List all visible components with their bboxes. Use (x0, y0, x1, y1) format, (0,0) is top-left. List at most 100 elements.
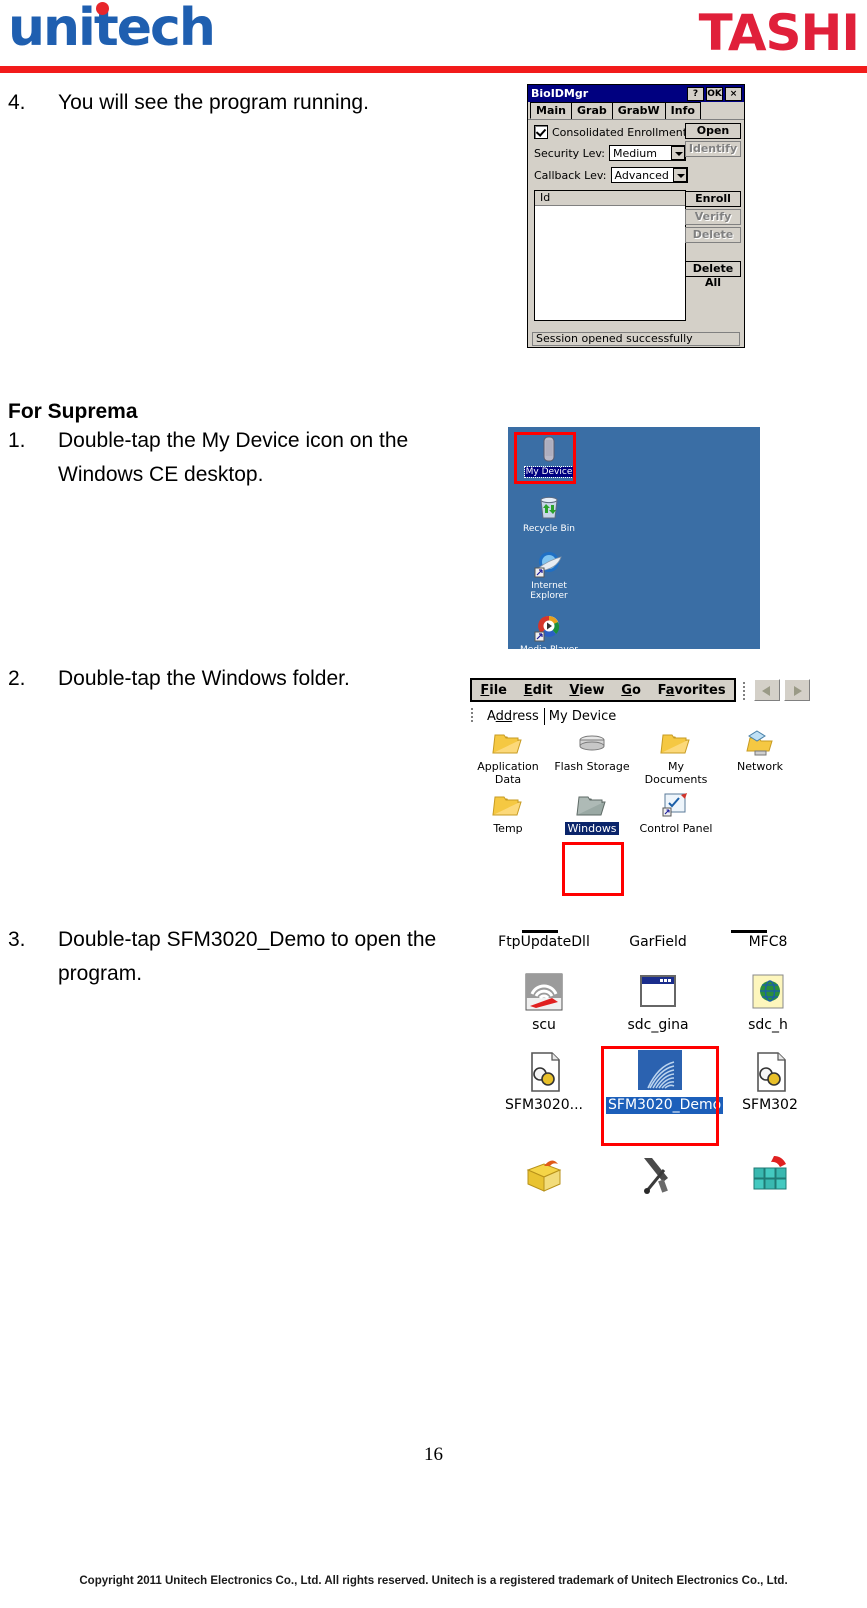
delete-all-button[interactable]: Delete All (685, 261, 741, 289)
identify-button[interactable]: Identify (685, 141, 741, 157)
close-button[interactable]: × (725, 86, 742, 101)
forward-button[interactable] (784, 679, 810, 701)
chevron-down-icon[interactable] (670, 146, 685, 160)
button-spacer-2 (685, 175, 741, 189)
tab-grab[interactable]: Grab (570, 102, 613, 119)
desktop-icon-internet-explorer[interactable]: Internet Explorer (518, 549, 580, 601)
consolidated-enrollment-row[interactable]: Consolidated Enrollment (534, 125, 687, 139)
step-4-number: 4. (8, 91, 26, 114)
windows-item-garfield[interactable]: GarField (606, 934, 710, 951)
step-2-number: 2. (8, 667, 26, 690)
explorer-item-label: My Documents (644, 760, 708, 786)
desktop-icon-recycle-bin-label: Recycle Bin (523, 524, 575, 534)
explorer-item-control-panel[interactable]: Control Panel (636, 791, 716, 835)
status-bar: Session opened successfully (532, 332, 740, 346)
menu-go[interactable]: Go (621, 683, 641, 698)
file-explorer-screenshot: FFileile Edit View Go Favorites Address … (466, 674, 810, 900)
tab-main[interactable]: Main (530, 102, 572, 119)
drive-icon (575, 729, 609, 757)
windows-item-label: GarField (629, 934, 687, 950)
windows-item-label: FtpUpdateDll (498, 934, 590, 950)
enroll-button[interactable]: Enroll (685, 191, 741, 207)
step-3-text: Double-tap SFM3020_Demo to open the prog… (58, 928, 437, 985)
windows-item-label: SFM3020... (505, 1097, 583, 1113)
windows-item-scu[interactable]: scu (492, 970, 596, 1034)
explorer-item-windows[interactable]: Windows (552, 791, 632, 835)
tab-info[interactable]: Info (664, 102, 701, 119)
ok-button[interactable]: OK (706, 86, 723, 101)
explorer-item-temp[interactable]: Temp (468, 791, 548, 835)
blocks-icon (748, 1152, 792, 1196)
consolidated-enrollment-checkbox[interactable] (534, 125, 548, 139)
bioidmgr-dialog[interactable]: BioIDMgr ? OK × Main Grab GrabW Info Con… (527, 84, 745, 348)
menu-view[interactable]: View (569, 683, 604, 698)
unitech-logo: unitech (8, 0, 216, 58)
security-level-select[interactable]: Medium (608, 145, 686, 161)
security-level-row[interactable]: Security Lev: Medium (534, 145, 686, 161)
windows-item-sdc-h[interactable]: sdc_h (716, 970, 802, 1034)
step-2: 2. Double-tap the Windows folder. (8, 662, 448, 696)
explorer-item-network[interactable]: Network (720, 729, 800, 773)
address-input[interactable]: My Device (543, 707, 800, 725)
explorer-menubar[interactable]: FFileile Edit View Go Favorites (470, 678, 736, 702)
desktop-icon-media-player[interactable]: Media Player (518, 613, 580, 655)
tab-grabw[interactable]: GrabW (611, 102, 666, 119)
windows-item-blocks[interactable] (718, 1152, 802, 1210)
verify-button[interactable]: Verify (685, 209, 741, 225)
section-heading-for-suprema: For Suprema (8, 400, 138, 423)
bioidmgr-button-column: Open Identify Enroll Verify Delete Delet… (685, 123, 741, 289)
explorer-item-flash-storage[interactable]: Flash Storage (552, 729, 632, 773)
page-header: unitech TASHI (0, 0, 867, 78)
help-button[interactable]: ? (687, 86, 704, 101)
menu-edit[interactable]: Edit (524, 683, 553, 698)
menu-favorites[interactable]: Favorites (658, 683, 726, 698)
callback-level-select[interactable]: Advanced (610, 167, 688, 183)
list-column-id[interactable]: Id (535, 191, 685, 206)
windows-item-setup[interactable] (492, 1152, 596, 1210)
open-button[interactable]: Open (685, 123, 741, 139)
windows-item-sfm3020[interactable]: SFM3020... (492, 1050, 596, 1114)
windows-item-tools[interactable] (606, 1152, 710, 1210)
button-spacer-1 (685, 159, 741, 173)
scu-icon (522, 970, 566, 1014)
back-button[interactable] (754, 679, 780, 701)
my-device-highlight-box (514, 432, 576, 484)
delete-button[interactable]: Delete (685, 227, 741, 243)
tashi-logo: TASHI (698, 4, 860, 62)
explorer-item-my-documents[interactable]: My Documents (636, 729, 716, 786)
desktop-icon-recycle-bin[interactable]: Recycle Bin (518, 492, 580, 534)
bioidmgr-tabstrip[interactable]: Main Grab GrabW Info (528, 102, 744, 120)
step-2-text: Double-tap the Windows folder. (58, 667, 350, 690)
explorer-item-application-data[interactable]: Application Data (468, 729, 548, 786)
windows-item-ftpupdatedll[interactable]: FtpUpdateDll (492, 934, 596, 951)
step-4: 4. You will see the program running. (8, 86, 448, 120)
step-3-number: 3. (8, 928, 26, 951)
windows-item-sdc-gina[interactable]: sdc_gina (606, 970, 710, 1034)
clipped-icon-top-3 (731, 930, 767, 933)
step-3: 3. Double-tap SFM3020_Demo to open the p… (8, 923, 448, 991)
step-1: 1. Double-tap the My Device icon on the … (8, 424, 448, 492)
system-folder-icon (575, 791, 609, 819)
windows-item-sfm302[interactable]: SFM302 (718, 1050, 802, 1114)
callback-level-row[interactable]: Callback Lev: Advanced (534, 167, 688, 183)
sfm3020-demo-highlight-box (601, 1046, 719, 1146)
internet-explorer-icon (534, 549, 564, 579)
step-1-text: Double-tap the My Device icon on the Win… (58, 429, 409, 486)
explorer-item-label: Network (737, 760, 783, 773)
media-player-icon (534, 613, 564, 643)
enrollment-list[interactable]: Id (534, 190, 686, 321)
windows-item-label: sdc_h (748, 1017, 788, 1033)
unitech-logo-dot (96, 2, 109, 15)
toolbar-gripper[interactable] (742, 680, 747, 700)
menu-file[interactable]: FFileile (480, 683, 507, 698)
address-bar[interactable]: Address My Device (470, 706, 800, 726)
window-icon (636, 970, 680, 1014)
consolidated-enrollment-label: Consolidated Enrollment (552, 125, 688, 139)
address-gripper[interactable] (470, 706, 475, 726)
windows-item-label: sdc_gina (627, 1017, 689, 1033)
folder-icon (491, 729, 525, 757)
explorer-item-label: Flash Storage (554, 760, 630, 773)
arrow-left-icon (762, 686, 770, 696)
windows-ce-desktop-screenshot: My Device Recycle Bin Internet Explorer (508, 427, 760, 655)
windows-item-mfc8[interactable]: MFC8 (716, 934, 802, 951)
